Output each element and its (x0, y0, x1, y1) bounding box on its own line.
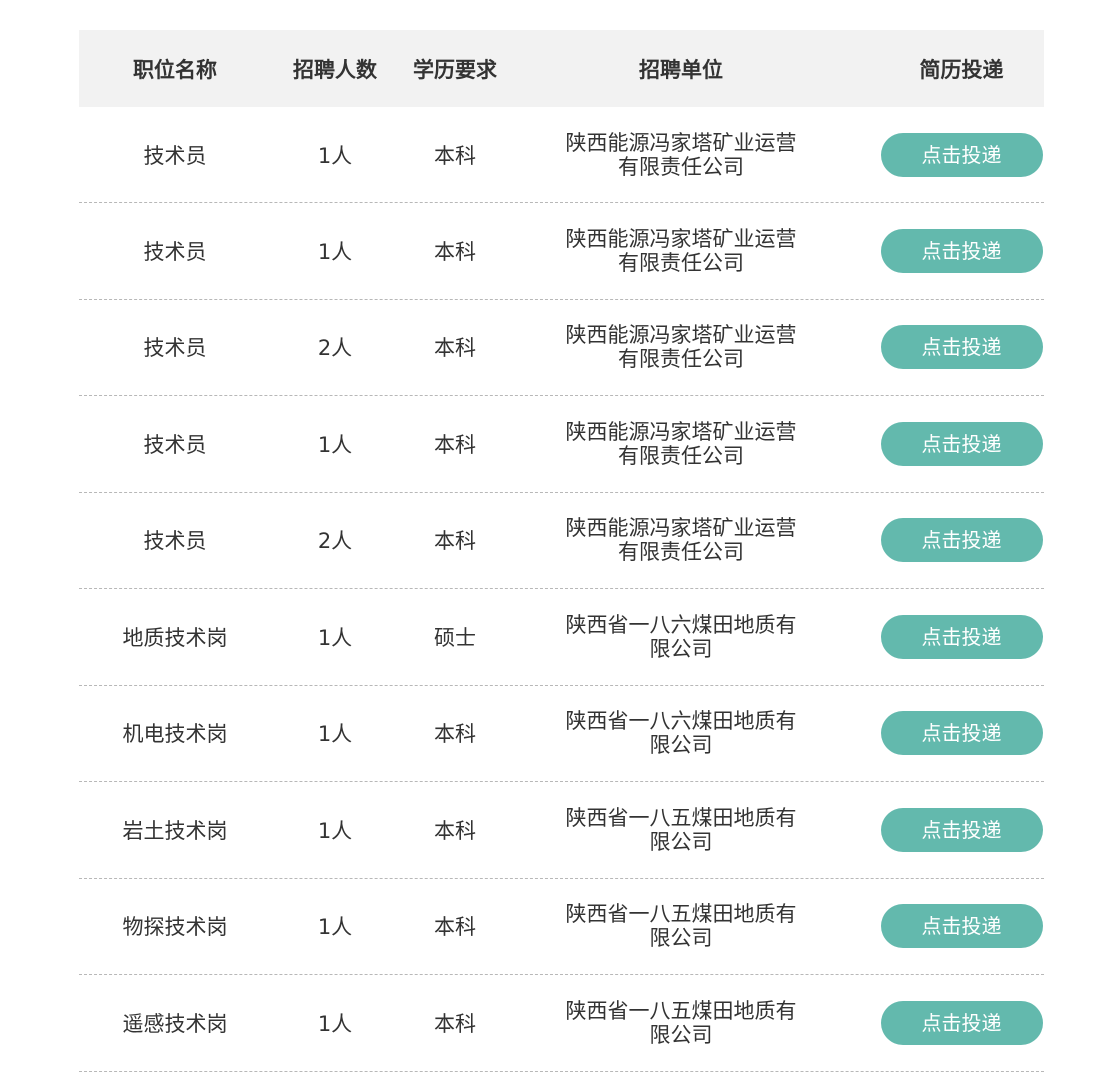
apply-cell: 点击投递 (851, 518, 1044, 563)
position-cell: 技术员 (143, 143, 207, 168)
education-cell: 本科 (434, 722, 476, 747)
header-apply: 简历投递 (851, 54, 1044, 84)
education-cell: 本科 (434, 529, 476, 554)
count-cell: 1人 (317, 818, 353, 843)
employer-line-2: 有限责任公司 (618, 540, 744, 565)
position-cell: 遥感技术岗 (122, 1011, 228, 1036)
employer-line-1: 陕西能源冯家塔矿业运营 (565, 323, 797, 348)
table-row: 地质技术岗 1人 硕士 陕西省一八六煤田地质有 限公司 点击投递 (79, 589, 1044, 686)
table-row: 机电技术岗 1人 本科 陕西省一八六煤田地质有 限公司 点击投递 (79, 686, 1044, 782)
position-cell: 技术员 (143, 432, 207, 457)
count-cell: 1人 (317, 432, 353, 457)
apply-cell: 点击投递 (851, 904, 1044, 949)
table-row: 技术员 1人 本科 陕西能源冯家塔矿业运营 有限责任公司 点击投递 (79, 203, 1044, 300)
position-cell: 岩土技术岗 (122, 818, 228, 843)
education-cell: 本科 (434, 336, 476, 361)
employer-cell: 陕西能源冯家塔矿业运营 有限责任公司 (511, 323, 851, 371)
table-body: 技术员 1人 本科 陕西能源冯家塔矿业运营 有限责任公司 点击投递 技术员 1人… (79, 107, 1044, 1072)
header-count: 招聘人数 (293, 57, 377, 82)
apply-cell: 点击投递 (851, 421, 1044, 466)
apply-button[interactable]: 点击投递 (880, 228, 1043, 273)
apply-button[interactable]: 点击投递 (880, 325, 1043, 370)
employer-line-2: 有限责任公司 (618, 250, 744, 275)
position-cell: 技术员 (143, 239, 207, 264)
position-cell: 物探技术岗 (122, 915, 228, 940)
employer-cell: 陕西能源冯家塔矿业运营 有限责任公司 (511, 131, 851, 179)
education-cell: 本科 (434, 915, 476, 940)
employer-line-2: 限公司 (649, 636, 713, 661)
employer-cell: 陕西省一八六煤田地质有 限公司 (511, 709, 851, 757)
header-position: 职位名称 (133, 57, 217, 82)
position-cell: 机电技术岗 (122, 722, 228, 747)
apply-cell: 点击投递 (851, 228, 1044, 273)
apply-cell: 点击投递 (851, 807, 1044, 852)
education-cell: 本科 (434, 432, 476, 457)
employer-line-1: 陕西省一八五煤田地质有 (565, 805, 797, 830)
education-cell: 本科 (434, 818, 476, 843)
apply-cell: 点击投递 (851, 132, 1044, 177)
position-cell: 技术员 (143, 529, 207, 554)
table-row: 技术员 2人 本科 陕西能源冯家塔矿业运营 有限责任公司 点击投递 (79, 300, 1044, 396)
employer-line-2: 有限责任公司 (618, 443, 744, 468)
employer-line-2: 有限责任公司 (618, 154, 744, 179)
employer-cell: 陕西省一八五煤田地质有 限公司 (511, 806, 851, 854)
apply-cell: 点击投递 (851, 325, 1044, 370)
count-cell: 2人 (317, 336, 353, 361)
employer-cell: 陕西能源冯家塔矿业运营 有限责任公司 (511, 420, 851, 468)
employer-line-2: 限公司 (649, 733, 713, 758)
education-cell: 硕士 (434, 625, 476, 650)
employer-line-1: 陕西省一八六煤田地质有 (565, 709, 797, 734)
employer-cell: 陕西省一八五煤田地质有 限公司 (511, 902, 851, 950)
table-row: 岩土技术岗 1人 本科 陕西省一八五煤田地质有 限公司 点击投递 (79, 782, 1044, 879)
count-cell: 1人 (317, 915, 353, 940)
count-cell: 1人 (317, 239, 353, 264)
employer-cell: 陕西省一八五煤田地质有 限公司 (511, 999, 851, 1047)
apply-button[interactable]: 点击投递 (880, 904, 1043, 949)
header-apply-label: 简历投递 (919, 57, 1004, 82)
apply-cell: 点击投递 (851, 614, 1044, 659)
employer-cell: 陕西省一八六煤田地质有 限公司 (511, 613, 851, 661)
employer-line-1: 陕西省一八五煤田地质有 (565, 902, 797, 927)
education-cell: 本科 (434, 143, 476, 168)
apply-button[interactable]: 点击投递 (880, 614, 1043, 659)
job-table: 职位名称 招聘人数 学历要求 招聘单位 简历投递 技术员 1人 本科 陕西能源冯… (79, 30, 1044, 1072)
employer-line-2: 限公司 (649, 1022, 713, 1047)
table-row: 技术员 1人 本科 陕西能源冯家塔矿业运营 有限责任公司 点击投递 (79, 396, 1044, 493)
apply-button[interactable]: 点击投递 (880, 132, 1043, 177)
apply-button[interactable]: 点击投递 (880, 711, 1043, 756)
table-row: 技术员 1人 本科 陕西能源冯家塔矿业运营 有限责任公司 点击投递 (79, 107, 1044, 203)
position-cell: 技术员 (143, 336, 207, 361)
apply-button[interactable]: 点击投递 (880, 518, 1043, 563)
header-employer: 招聘单位 (639, 57, 723, 82)
table-row: 遥感技术岗 1人 本科 陕西省一八五煤田地质有 限公司 点击投递 (79, 975, 1044, 1072)
employer-line-2: 限公司 (649, 829, 713, 854)
apply-button[interactable]: 点击投递 (880, 1000, 1043, 1045)
employer-cell: 陕西能源冯家塔矿业运营 有限责任公司 (511, 516, 851, 564)
count-cell: 1人 (317, 722, 353, 747)
education-cell: 本科 (434, 1011, 476, 1036)
apply-cell: 点击投递 (851, 1000, 1044, 1045)
count-cell: 2人 (317, 529, 353, 554)
table-header: 职位名称 招聘人数 学历要求 招聘单位 简历投递 (79, 30, 1044, 107)
employer-line-1: 陕西能源冯家塔矿业运营 (565, 419, 797, 444)
header-education: 学历要求 (413, 57, 497, 82)
table-row: 物探技术岗 1人 本科 陕西省一八五煤田地质有 限公司 点击投递 (79, 879, 1044, 975)
employer-line-1: 陕西能源冯家塔矿业运营 (565, 226, 797, 251)
apply-cell: 点击投递 (851, 711, 1044, 756)
count-cell: 1人 (317, 1011, 353, 1036)
employer-line-2: 限公司 (649, 926, 713, 951)
education-cell: 本科 (434, 239, 476, 264)
employer-cell: 陕西能源冯家塔矿业运营 有限责任公司 (511, 227, 851, 275)
employer-line-1: 陕西省一八六煤田地质有 (565, 612, 797, 637)
employer-line-1: 陕西能源冯家塔矿业运营 (565, 516, 797, 541)
employer-line-2: 有限责任公司 (618, 347, 744, 372)
count-cell: 1人 (317, 625, 353, 650)
employer-line-1: 陕西省一八五煤田地质有 (565, 998, 797, 1023)
employer-line-1: 陕西能源冯家塔矿业运营 (565, 130, 797, 155)
apply-button[interactable]: 点击投递 (880, 421, 1043, 466)
position-cell: 地质技术岗 (122, 625, 228, 650)
table-row: 技术员 2人 本科 陕西能源冯家塔矿业运营 有限责任公司 点击投递 (79, 493, 1044, 589)
apply-button[interactable]: 点击投递 (880, 807, 1043, 852)
count-cell: 1人 (317, 143, 353, 168)
